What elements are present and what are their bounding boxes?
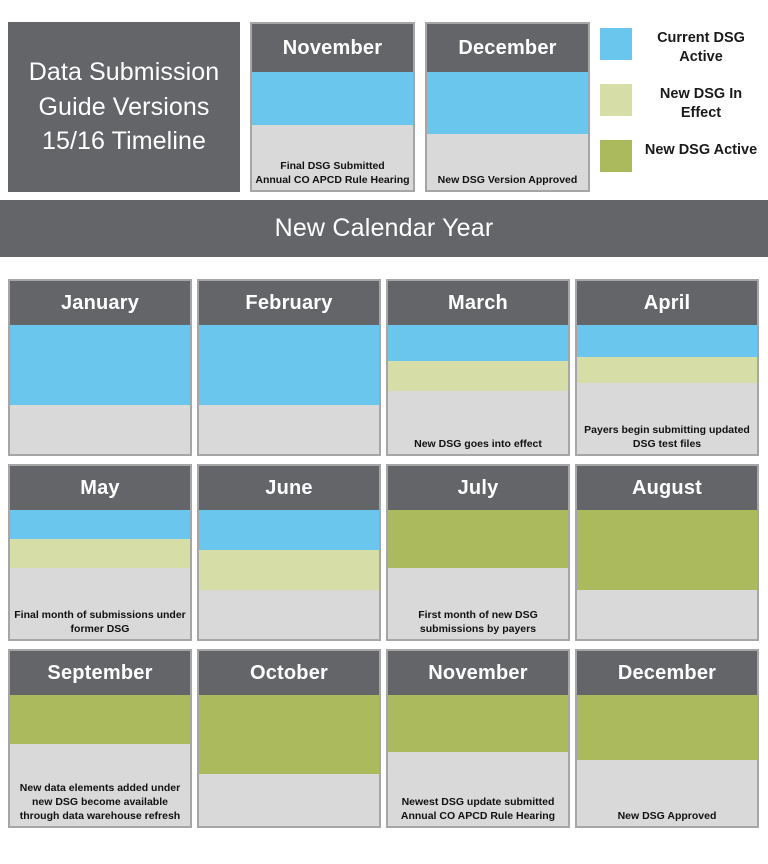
legend-swatch-icon [600,84,632,116]
month-card-note: New DSG Approved [617,810,717,823]
month-card-note: Final month of submissions under former … [14,609,186,636]
month-card-bands [577,510,757,639]
legend-item-new-dsg-active: New DSG Active [600,140,768,172]
month-card-header: March [388,281,568,325]
month-card-header: June [199,466,379,510]
month-card-header: December [427,24,588,72]
band-current-dsg-active [199,325,379,405]
month-card-may[interactable]: May Final month of submissions under for… [8,464,192,641]
month-card-bands [10,325,190,454]
month-card-april[interactable]: April Payers begin submitting updated DS… [575,279,759,456]
band-current-dsg-active [10,510,190,539]
prior-year-strip: Data Submission Guide Versions 15/16 Tim… [0,0,768,196]
legend-item-current-dsg-active: Current DSG Active [600,28,768,66]
band-empty [577,382,757,419]
month-card-bands [427,72,588,170]
band-empty [199,589,379,639]
band-empty [577,589,757,639]
month-card-march[interactable]: March New DSG goes into effect [386,279,570,456]
month-card-bands [577,325,757,419]
legend-item-label: Current DSG Active [657,30,745,65]
month-card-prior-december[interactable]: December New DSG Version Approved [425,22,590,192]
band-new-dsg-active [10,695,190,744]
month-card-note: Payers begin submitting updated DSG test… [584,424,750,451]
band-empty [388,567,568,604]
month-card-september[interactable]: September New data elements added under … [8,649,192,828]
month-card-header: December [577,651,757,695]
month-card-october[interactable]: October [197,649,381,828]
band-current-dsg-active [577,325,757,357]
month-card-november[interactable]: November Newest DSG update submitted Ann… [386,649,570,828]
month-card-header: October [199,651,379,695]
month-card-header: September [10,651,190,695]
month-card-july[interactable]: July First month of new DSG submissions … [386,464,570,641]
legend-swatch-icon [600,28,632,60]
month-card-bands [199,325,379,454]
month-card-bands [10,695,190,777]
band-new-dsg-active [199,695,379,774]
band-new-dsg-in-effect [199,549,379,590]
band-empty [199,773,379,826]
month-card-note: New data elements added under new DSG be… [19,782,181,823]
month-card-prior-november[interactable]: November Final DSG Submitted Annual CO A… [250,22,415,192]
month-card-february[interactable]: February [197,279,381,456]
band-new-dsg-active [577,510,757,590]
month-card-bands [199,510,379,639]
month-card-header: February [199,281,379,325]
band-current-dsg-active [252,72,413,126]
month-card-december[interactable]: December New DSG Approved [575,649,759,828]
month-card-note: First month of new DSG submissions by pa… [418,609,538,636]
month-card-note: New DSG Version Approved [437,174,578,187]
band-empty [10,743,190,777]
month-card-august[interactable]: August [575,464,759,641]
month-card-header: August [577,466,757,510]
band-empty [10,567,190,604]
month-card-bands [199,695,379,826]
month-card-header: January [10,281,190,325]
banner-label: New Calendar Year [274,214,494,242]
legend: Current DSG Active New DSG In Effect New… [600,18,768,193]
month-card-header: July [388,466,568,510]
legend-item-new-dsg-in-effect: New DSG In Effect [600,84,768,122]
month-card-header: April [577,281,757,325]
timeline-infographic: Data Submission Guide Versions 15/16 Tim… [0,0,768,864]
band-empty [577,760,757,805]
legend-swatch-icon [600,140,632,172]
month-card-header: November [252,24,413,72]
band-empty [388,752,568,791]
band-new-dsg-active [577,695,757,761]
month-card-june[interactable]: June [197,464,381,641]
band-empty [10,404,190,454]
band-current-dsg-active [10,325,190,405]
month-card-bands [252,72,413,156]
band-current-dsg-active [427,72,588,135]
band-empty [252,125,413,156]
month-card-bands [388,325,568,433]
month-card-note: Newest DSG update submitted Annual CO AP… [400,796,556,823]
month-card-bands [388,695,568,791]
band-empty [427,134,588,170]
band-new-dsg-active [388,695,568,753]
band-current-dsg-active [388,325,568,362]
month-card-january[interactable]: January [8,279,192,456]
month-card-header: November [388,651,568,695]
page-title: Data Submission Guide Versions 15/16 Tim… [28,58,220,156]
legend-item-label: New DSG Active [644,142,758,158]
band-new-dsg-active [388,510,568,568]
band-empty [388,391,568,433]
month-card-bands [10,510,190,604]
band-new-dsg-in-effect [388,361,568,392]
month-card-bands [388,510,568,604]
band-new-dsg-in-effect [577,356,757,383]
band-current-dsg-active [199,510,379,550]
new-calendar-year-banner: New Calendar Year [0,200,768,257]
month-card-header: May [10,466,190,510]
title-block: Data Submission Guide Versions 15/16 Tim… [8,22,240,192]
band-empty [199,404,379,454]
month-card-note: Final DSG Submitted Annual CO APCD Rule … [255,160,410,187]
month-card-note: New DSG goes into effect [414,438,542,451]
month-card-bands [577,695,757,805]
legend-item-label: New DSG In Effect [659,86,743,121]
band-new-dsg-in-effect [10,538,190,568]
